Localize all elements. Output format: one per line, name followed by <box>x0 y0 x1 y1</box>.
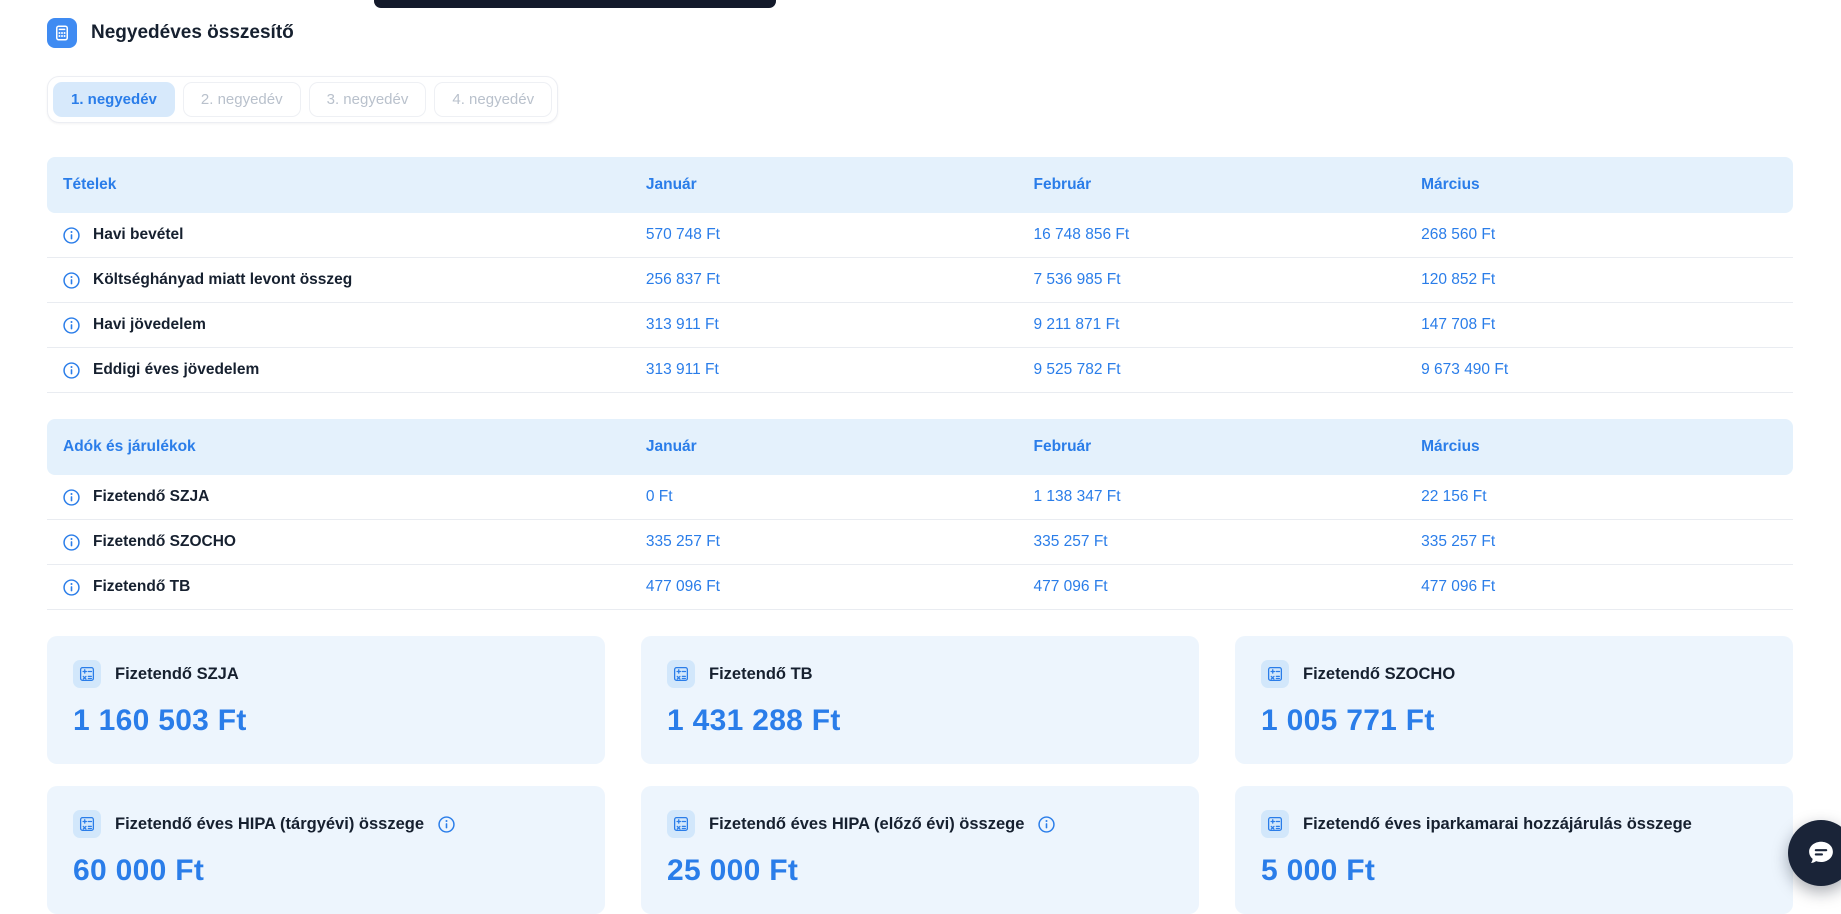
info-icon[interactable] <box>63 316 80 334</box>
row-label: Havi bevétel <box>93 226 184 243</box>
cell-value: 268 560 Ft <box>1421 226 1496 243</box>
calculator-icon <box>47 18 77 48</box>
cell-value: 313 911 Ft <box>645 316 719 333</box>
info-icon[interactable] <box>438 815 455 833</box>
cell-value: 335 257 Ft <box>1421 533 1496 550</box>
cell-value: 9 673 490 Ft <box>1421 361 1509 378</box>
summary-card-chamber-contribution: Fizetendő éves iparkamarai hozzájárulás … <box>1235 786 1793 914</box>
cell-value: 16 748 856 Ft <box>1033 226 1130 243</box>
summary-card-amount: 1 431 288 Ft <box>667 704 841 737</box>
summary-card-tb: Fizetendő TB 1 431 288 Ft <box>641 636 1199 764</box>
summary-cards-row-2: Fizetendő éves HIPA (tárgyévi) összege 6… <box>47 786 1793 914</box>
table-row: Havi bevétel 570 748 Ft 16 748 856 Ft 26… <box>47 213 1793 258</box>
taxes-table-header: Adók és járulékok Január Február Március <box>47 419 1793 475</box>
cell-value: 7 536 985 Ft <box>1033 271 1121 288</box>
table-row: Költséghányad miatt levont összeg 256 83… <box>47 258 1793 303</box>
summary-card-label: Fizetendő SZJA <box>115 664 239 683</box>
summary-card-hipa-previous: Fizetendő éves HIPA (előző évi) összege … <box>641 786 1199 914</box>
tab-quarter-3[interactable]: 3. negyedév <box>308 82 427 117</box>
cell-value: 477 096 Ft <box>1421 578 1496 595</box>
row-label: Fizetendő SZJA <box>93 488 210 505</box>
table-row: Fizetendő SZOCHO 335 257 Ft 335 257 Ft 3… <box>47 520 1793 565</box>
cell-value: 0 Ft <box>645 488 673 505</box>
info-icon[interactable] <box>63 361 80 379</box>
page-header: Negyedéves összesítő <box>47 18 1793 48</box>
column-header-march: Március <box>1421 176 1480 193</box>
calculate-icon <box>667 810 695 838</box>
cell-value: 9 525 782 Ft <box>1033 361 1121 378</box>
cell-value: 313 911 Ft <box>645 361 719 378</box>
column-header-march: Március <box>1421 438 1480 455</box>
summary-card-amount: 1 005 771 Ft <box>1261 704 1435 737</box>
info-icon[interactable] <box>63 488 80 506</box>
info-icon[interactable] <box>63 533 80 551</box>
top-bar-remnant <box>374 0 776 8</box>
summary-cards-row-1: Fizetendő SZJA 1 160 503 Ft Fizetendő TB… <box>47 636 1793 764</box>
calculate-icon <box>667 660 695 688</box>
summary-card-label: Fizetendő éves HIPA (előző évi) összege <box>709 814 1025 833</box>
info-icon[interactable] <box>1038 815 1056 833</box>
summary-card-szocho: Fizetendő SZOCHO 1 005 771 Ft <box>1235 636 1793 764</box>
cell-value: 9 211 871 Ft <box>1033 316 1120 333</box>
cell-value: 256 837 Ft <box>645 271 720 288</box>
info-icon[interactable] <box>63 578 80 596</box>
calculate-icon <box>73 810 101 838</box>
row-label: Fizetendő TB <box>93 578 191 595</box>
cell-value: 570 748 Ft <box>645 226 720 243</box>
table-row: Havi jövedelem 313 911 Ft 9 211 871 Ft 1… <box>47 303 1793 348</box>
cell-value: 335 257 Ft <box>645 533 720 550</box>
row-label: Havi jövedelem <box>93 316 206 333</box>
items-table: Tételek Január Február Március Havi bevé… <box>47 157 1793 393</box>
cell-value: 22 156 Ft <box>1421 488 1487 505</box>
tab-quarter-2[interactable]: 2. negyedév <box>182 82 301 117</box>
summary-card-szja: Fizetendő SZJA 1 160 503 Ft <box>47 636 605 764</box>
row-label: Költséghányad miatt levont összeg <box>93 271 353 288</box>
summary-card-amount: 5 000 Ft <box>1261 854 1376 887</box>
calculate-icon <box>1261 660 1289 688</box>
tab-quarter-1[interactable]: 1. negyedév <box>53 82 175 117</box>
column-header-february: Február <box>1033 176 1092 193</box>
tab-quarter-4[interactable]: 4. negyedév <box>434 82 553 117</box>
cell-value: 147 708 Ft <box>1421 316 1496 333</box>
row-label: Eddigi éves jövedelem <box>93 361 260 378</box>
info-icon[interactable] <box>63 226 80 244</box>
cell-value: 1 138 347 Ft <box>1033 488 1121 505</box>
summary-card-amount: 60 000 Ft <box>73 854 205 887</box>
summary-card-amount: 25 000 Ft <box>667 854 799 887</box>
table-row: Eddigi éves jövedelem 313 911 Ft 9 525 7… <box>47 348 1793 393</box>
summary-card-label: Fizetendő TB <box>709 664 813 683</box>
cell-value: 335 257 Ft <box>1033 533 1108 550</box>
taxes-table: Adók és járulékok Január Február Március… <box>47 419 1793 610</box>
calculate-icon <box>73 660 101 688</box>
table-title-tetelek: Tételek <box>63 176 117 193</box>
table-row: Fizetendő TB 477 096 Ft 477 096 Ft 477 0… <box>47 565 1793 610</box>
column-header-january: Január <box>645 176 697 193</box>
column-header-january: Január <box>645 438 697 455</box>
summary-card-label: Fizetendő éves iparkamarai hozzájárulás … <box>1303 814 1692 833</box>
cell-value: 120 852 Ft <box>1421 271 1496 288</box>
calculate-icon <box>1261 810 1289 838</box>
quarterly-summary-page: Negyedéves összesítő 1. negyedév 2. negy… <box>0 0 1841 914</box>
info-icon[interactable] <box>63 271 80 289</box>
column-header-february: Február <box>1033 438 1092 455</box>
cell-value: 477 096 Ft <box>645 578 720 595</box>
chat-icon <box>1809 841 1833 863</box>
summary-card-hipa-current: Fizetendő éves HIPA (tárgyévi) összege 6… <box>47 786 605 914</box>
table-title-adok: Adók és járulékok <box>63 438 196 455</box>
page-title: Negyedéves összesítő <box>91 22 294 43</box>
table-row: Fizetendő SZJA 0 Ft 1 138 347 Ft 22 156 … <box>47 475 1793 520</box>
summary-card-label: Fizetendő éves HIPA (tárgyévi) összege <box>115 814 425 833</box>
quarter-tabs: 1. negyedév 2. negyedév 3. negyedév 4. n… <box>47 76 559 123</box>
summary-card-amount: 1 160 503 Ft <box>73 704 247 737</box>
row-label: Fizetendő SZOCHO <box>93 533 236 550</box>
cell-value: 477 096 Ft <box>1033 578 1108 595</box>
items-table-header: Tételek Január Február Március <box>47 157 1793 213</box>
summary-card-label: Fizetendő SZOCHO <box>1303 664 1456 683</box>
